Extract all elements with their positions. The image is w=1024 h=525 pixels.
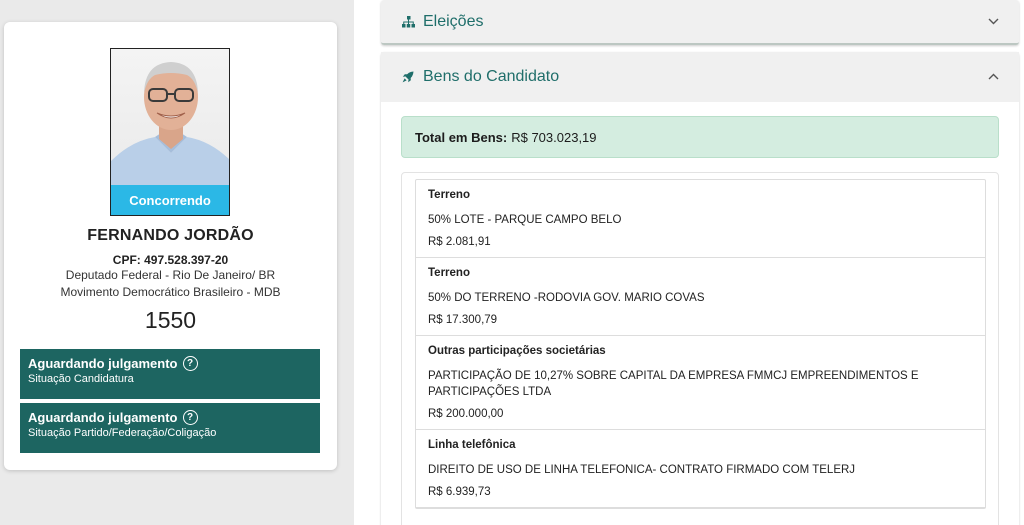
list-item: Terreno 50% LOTE - PARQUE CAMPO BELO R$ … (416, 180, 985, 258)
chevron-up-icon[interactable] (988, 71, 999, 83)
asset-type: Terreno (428, 267, 470, 279)
total-assets-box: Total em Bens: R$ 703.023,19 (401, 116, 999, 158)
accordion-eleicoes-title: Eleições (423, 12, 484, 30)
total-assets-value: R$ 703.023,19 (511, 129, 597, 145)
asset-value: R$ 17.300,79 (428, 314, 498, 326)
asset-type: Terreno (428, 189, 470, 201)
asset-description: DIREITO DE USO DE LINHA TELEFONICA- CONT… (428, 464, 856, 476)
candidate-cpf: CPF: 497.528.397-20 (112, 253, 229, 267)
chevron-down-icon[interactable] (988, 16, 999, 28)
asset-description: 50% LOTE - PARQUE CAMPO BELO (428, 214, 622, 226)
candidate-photo: Concorrendo (110, 48, 230, 216)
sitemap-icon (401, 15, 415, 28)
party-status-box: Aguardando julgamento ? Situação Partido… (20, 403, 320, 453)
asset-type: Linha telefônica (428, 439, 516, 451)
candidate-name: FERNANDO JORDÃO (87, 227, 254, 244)
rocket-icon (401, 71, 415, 83)
candidate-status-band: Concorrendo (111, 185, 229, 215)
list-item: Linha telefônica DIREITO DE USO DE LINHA… (416, 430, 985, 508)
asset-value: R$ 200.000,00 (428, 408, 504, 420)
party-status-title: Aguardando julgamento (28, 410, 178, 425)
assets-list-container: Terreno 50% LOTE - PARQUE CAMPO BELO R$ … (401, 172, 999, 525)
candidate-number: 1550 (144, 307, 197, 333)
total-assets-label: Total em Bens: (415, 129, 508, 145)
asset-value: R$ 2.081,91 (428, 236, 491, 248)
assets-list: Terreno 50% LOTE - PARQUE CAMPO BELO R$ … (415, 179, 986, 509)
details-panel: Eleições Bens do Candidato Total em Bens… (354, 0, 1024, 525)
accordion-bens-title: Bens do Candidato (423, 68, 560, 85)
accordion-bens-header[interactable]: Bens do Candidato (381, 52, 1019, 102)
list-item: Outras participações societárias PARTICI… (416, 336, 985, 430)
asset-description: 50% DO TERRENO -RODOVIA GOV. MARIO COVAS (428, 292, 705, 304)
candidate-party: Movimento Democrático Brasileiro - MDB (60, 285, 281, 299)
list-item: Terreno 50% DO TERRENO -RODOVIA GOV. MAR… (416, 258, 985, 336)
help-icon[interactable]: ? (182, 356, 198, 371)
candidacy-status-subtitle: Situação Candidatura (28, 373, 134, 385)
asset-value: R$ 6.939,73 (428, 486, 491, 498)
candidate-panel: Concorrendo FERNANDO JORDÃO CPF: 497.528… (0, 0, 354, 525)
asset-description: PARTICIPAÇÃO DE 10,27% SOBRE CAPITAL DA … (428, 370, 919, 398)
help-icon[interactable]: ? (182, 410, 198, 425)
candidacy-status-box: Aguardando julgamento ? Situação Candida… (20, 349, 320, 399)
candidate-card: Concorrendo FERNANDO JORDÃO CPF: 497.528… (4, 22, 337, 470)
party-status-subtitle: Situação Partido/Federação/Coligação (28, 427, 217, 439)
candidate-office: Deputado Federal - Rio De Janeiro/ BR (65, 268, 276, 282)
accordion-eleicoes-header[interactable]: Eleições (381, 0, 1019, 45)
asset-type: Outras participações societárias (428, 345, 606, 357)
candidacy-status-title: Aguardando julgamento (28, 356, 178, 371)
accordion-bens: Bens do Candidato Total em Bens: R$ 703.… (381, 52, 1019, 525)
accordion-eleicoes: Eleições (381, 0, 1019, 45)
